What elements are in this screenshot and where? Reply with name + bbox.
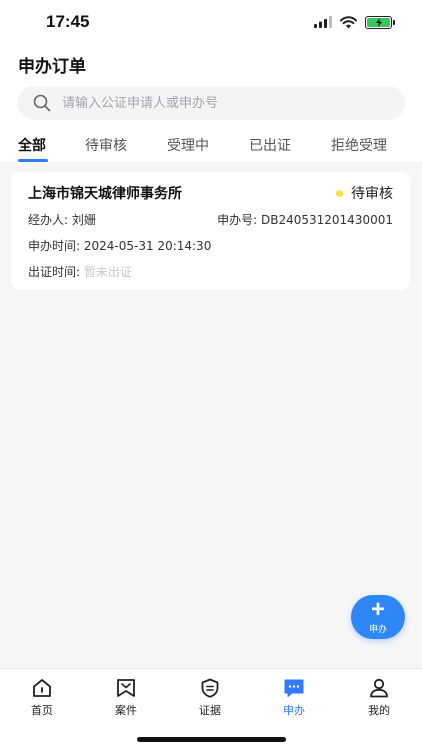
charging-bolt-icon xyxy=(375,17,382,27)
tabbar-item-profile[interactable]: 我的 xyxy=(349,677,409,718)
apply-time-row: 申办时间: 2024-05-31 20:14:30 xyxy=(28,237,211,254)
status-dot-icon xyxy=(336,189,343,197)
tab-issued[interactable]: 已出证 xyxy=(249,135,291,155)
status-bar: 17:45 xyxy=(0,0,422,46)
fab-label: 申办 xyxy=(368,624,387,635)
tabbar-label-home: 首页 xyxy=(31,704,53,717)
agent-value: 刘姗 xyxy=(71,213,96,227)
search-input[interactable] xyxy=(62,95,362,111)
user-icon xyxy=(370,678,388,698)
agent-label: 经办人: xyxy=(28,213,69,227)
chat-icon xyxy=(284,679,304,697)
order-number-row: 申办号: DB240531201430001 xyxy=(217,211,393,228)
status-tabs: 全部 待审核 受理中 已出证 拒绝受理 xyxy=(0,128,422,162)
status-text: 待审核 xyxy=(351,186,393,202)
signal-icon xyxy=(314,16,332,28)
wifi-icon xyxy=(340,15,357,28)
new-application-button[interactable]: + 申办 xyxy=(351,595,405,639)
status-badge: 待审核 xyxy=(336,183,393,203)
tab-pending-review[interactable]: 待审核 xyxy=(85,135,127,155)
top-section: 17:45 申办订单 请输入公证申请人或申办号 全部 待审核 受理中 已出证 拒… xyxy=(0,0,422,162)
tab-in-process[interactable]: 受理中 xyxy=(167,135,209,155)
tabbar-item-evidence[interactable]: 证据 xyxy=(180,677,240,718)
status-icons xyxy=(314,15,395,29)
issue-time-label: 出证时间: xyxy=(28,265,81,279)
home-indicator xyxy=(137,737,286,742)
tabbar-item-apply[interactable]: 申办 xyxy=(264,677,324,718)
tabbar-item-cases[interactable]: 案件 xyxy=(96,677,156,718)
home-icon xyxy=(33,679,51,697)
issue-time-value: 暂未出证 xyxy=(83,265,132,279)
shield-icon xyxy=(201,678,219,698)
tabbar-label-cases: 案件 xyxy=(115,704,137,717)
tabbar-label-apply: 申办 xyxy=(283,704,305,717)
page-title: 申办订单 xyxy=(18,57,86,77)
search-icon xyxy=(33,94,51,112)
tab-active-indicator xyxy=(18,159,48,162)
tabbar-label-profile: 我的 xyxy=(368,704,390,717)
battery-icon xyxy=(365,15,395,29)
tabbar-label-evidence: 证据 xyxy=(199,704,221,717)
bookmark-icon xyxy=(117,679,135,697)
apply-time-label: 申办时间: xyxy=(28,239,81,253)
agent-row: 经办人: 刘姗 xyxy=(28,211,96,228)
tab-rejected[interactable]: 拒绝受理 xyxy=(331,135,387,155)
apply-time-value: 2024-05-31 20:14:30 xyxy=(83,239,212,253)
order-card[interactable]: 上海市锦天城律师事务所 待审核 经办人: 刘姗 申办号: DB240531201… xyxy=(11,172,410,290)
plus-icon: + xyxy=(370,595,385,623)
tab-all[interactable]: 全部 xyxy=(18,135,46,155)
search-bar[interactable] xyxy=(17,86,405,120)
order-number-label: 申办号: xyxy=(217,213,258,227)
issue-time-row: 出证时间: 暂未出证 xyxy=(28,263,132,280)
tabbar-item-home[interactable]: 首页 xyxy=(12,677,72,718)
order-title: 上海市锦天城律师事务所 xyxy=(28,186,182,202)
order-number-value: DB240531201430001 xyxy=(261,213,393,227)
status-time: 17:45 xyxy=(46,12,90,31)
